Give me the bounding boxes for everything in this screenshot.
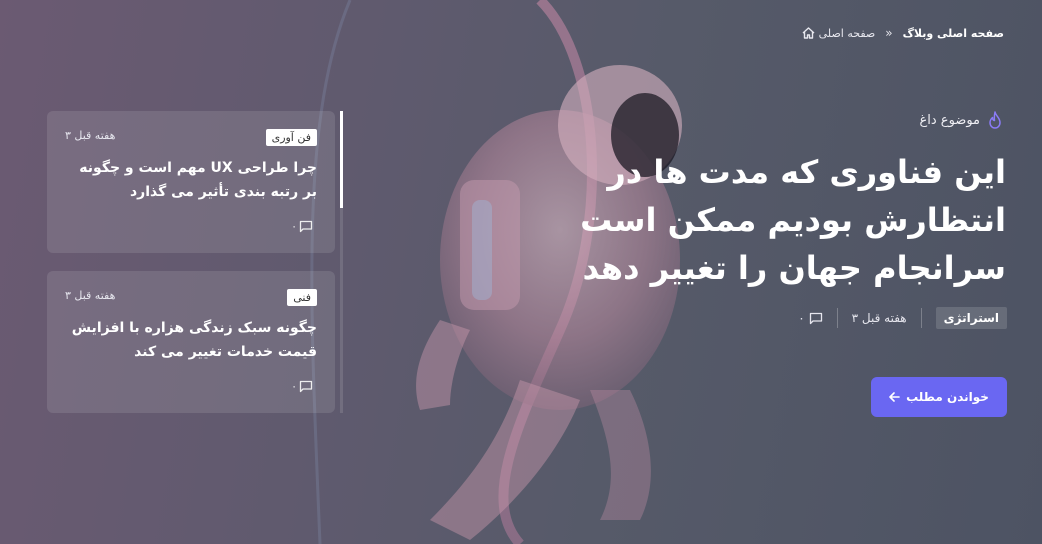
post-title[interactable]: چرا طراحی UX مهم است و چگونه بر رتبه بند… [67,156,317,204]
meta-divider [836,308,838,328]
post-comment-value: ۰ [291,220,297,233]
comment-count[interactable]: ۰ [798,311,822,325]
side-post-card[interactable]: فن آوری ۳ هفته قبل چرا طراحی UX مهم است … [47,111,335,253]
card-list-scroll-thumb[interactable] [340,111,343,208]
comment-count-value: ۰ [798,311,805,325]
publish-time: ۳ هفته قبل [851,311,907,325]
flame-icon [989,111,1001,129]
double-chevron-icon: « [885,26,893,40]
post-comment-count[interactable]: ۰ [291,380,313,393]
meta-divider [920,308,922,328]
read-article-button[interactable]: خواندن مطلب [871,377,1007,417]
post-comment-value: ۰ [291,380,297,393]
post-time: ۳ هفته قبل [65,129,116,142]
comment-icon [299,380,313,393]
hot-topic-label: موضوع داغ [919,112,980,128]
post-time: ۳ هفته قبل [65,289,116,302]
category-tag[interactable]: استراتژی [935,307,1007,329]
breadcrumb-home-link[interactable]: صفحه اصلی [802,26,876,40]
read-article-label: خواندن مطلب [906,390,989,404]
breadcrumb-current: صفحه اصلی وبلاگ [902,26,1004,40]
post-comment-count[interactable]: ۰ [291,220,313,233]
home-icon [802,27,815,39]
hot-topic: موضوع داغ [920,111,1002,129]
breadcrumb: صفحه اصلی « صفحه اصلی وبلاگ [802,26,1004,40]
post-category-badge[interactable]: فن آوری [265,129,317,146]
hero-title[interactable]: این فناوری که مدت ها در انتظارش بودیم مم… [566,148,1006,292]
post-title[interactable]: چگونه سبک زندگی هزاره با افزایش قیمت خدم… [67,316,317,364]
hero-meta: استراتژی ۳ هفته قبل ۰ [798,307,1007,329]
comment-icon [299,220,313,233]
comment-icon [809,312,822,324]
breadcrumb-home-label: صفحه اصلی [818,26,876,40]
side-post-card[interactable]: فنی ۳ هفته قبل چگونه سبک زندگی هزاره با … [47,271,335,413]
post-category-badge[interactable]: فنی [287,289,317,306]
arrow-left-icon [889,392,900,402]
